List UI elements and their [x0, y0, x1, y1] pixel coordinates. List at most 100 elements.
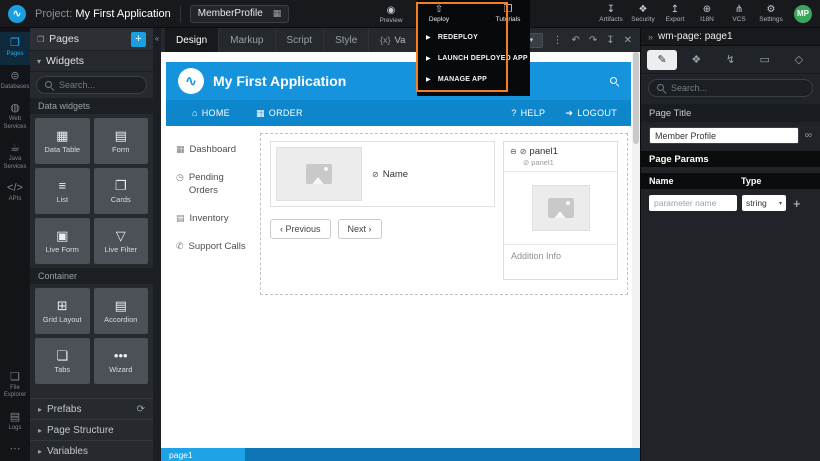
properties-search-input[interactable] — [671, 83, 805, 93]
redo-icon[interactable]: ↷ — [589, 35, 597, 46]
left-splitter[interactable]: « — [153, 28, 161, 461]
user-avatar[interactable]: MP — [794, 5, 812, 23]
security-button[interactable]: ❖ Security — [630, 4, 656, 23]
rail-more[interactable]: ⋯ — [0, 438, 30, 461]
widget-data-table[interactable]: ▦ Data Table — [35, 118, 90, 164]
data-table-label: Data Table — [44, 145, 80, 154]
sidebar-item-inventory[interactable]: ▤ Inventory — [172, 205, 250, 233]
page-structure-section[interactable]: ▸ Page Structure — [30, 419, 153, 440]
rail-web-services[interactable]: ◍ Web Services — [0, 97, 30, 137]
widget-search-input[interactable] — [59, 80, 139, 90]
add-page-button[interactable]: + — [131, 32, 146, 47]
canvas-scrollbar[interactable] — [632, 52, 640, 448]
widget-live-filter[interactable]: ▽ Live Filter — [94, 218, 149, 264]
variables-section[interactable]: ▸ Variables — [30, 440, 153, 461]
rail-logs[interactable]: ▤ Logs — [0, 406, 30, 439]
file-explorer-icon: ❏ — [10, 372, 20, 383]
rail-databases[interactable]: ⊜ Databases — [0, 65, 30, 98]
member-card[interactable]: ⊘ Name — [270, 141, 495, 207]
refresh-icon[interactable]: ⟳ — [137, 404, 145, 415]
save-icon[interactable]: ↧ — [606, 35, 614, 46]
i18n-button[interactable]: ⊕ I18N — [694, 4, 720, 23]
preview-button[interactable]: ◉ Preview — [378, 5, 404, 24]
name-widget[interactable]: ⊘ Name — [372, 169, 408, 180]
tab-script[interactable]: Script — [276, 28, 325, 52]
selected-layout[interactable]: ⊘ Name ‹ Previous Next › — [260, 133, 628, 295]
tab-design[interactable]: Design — [165, 28, 219, 52]
page-tab[interactable]: page1 — [161, 448, 245, 461]
panel1-widget[interactable]: ⊖ ⊘ panel1 ⊘ panel1 — [503, 141, 618, 280]
page-title-input[interactable] — [649, 127, 799, 144]
project-name: My First Application — [75, 8, 170, 20]
param-type-select[interactable]: string ▾ — [742, 195, 786, 211]
vcs-button[interactable]: ⋔ VCS — [726, 4, 752, 23]
widget-accordion[interactable]: ▤ Accordion — [94, 288, 149, 334]
widget-form[interactable]: ▤ Form — [94, 118, 149, 164]
nav-order[interactable]: ▦ ORDER — [256, 108, 303, 119]
widgets-section-header[interactable]: ▾ Widgets — [30, 51, 153, 72]
delete-icon[interactable]: ✕ — [624, 35, 632, 46]
widget-list[interactable]: ≡ List — [35, 168, 90, 214]
rail-pages[interactable]: ❐ Pages — [0, 32, 30, 65]
chevron-right-icon: ▸ — [38, 405, 42, 414]
add-param-button[interactable]: + — [793, 196, 801, 211]
params-table-header: Name Type — [641, 173, 820, 189]
page-selector[interactable]: MemberProfile ▦ — [190, 5, 290, 23]
param-name-input[interactable] — [649, 195, 737, 211]
picture-placeholder[interactable] — [276, 147, 362, 201]
rail-java-services[interactable]: ☕ Java Services — [0, 137, 30, 177]
widget-tabs[interactable]: ❏ Tabs — [35, 338, 90, 384]
tab-events[interactable]: ↯ — [715, 50, 745, 70]
tab-style[interactable]: Style — [324, 28, 369, 52]
previous-button[interactable]: ‹ Previous — [270, 219, 331, 239]
widget-cards[interactable]: ❐ Cards — [94, 168, 149, 214]
widget-grid-layout[interactable]: ⊞ Grid Layout — [35, 288, 90, 334]
tab-device[interactable]: ▭ — [750, 50, 780, 70]
export-button[interactable]: ↥ Export — [662, 4, 688, 23]
nav-home-label: HOME — [202, 108, 230, 118]
next-button[interactable]: Next › — [338, 219, 382, 239]
undo-icon[interactable]: ↶ — [571, 35, 579, 46]
nav-help[interactable]: ? HELP — [511, 108, 545, 119]
bind-icon[interactable]: ∞ — [805, 130, 812, 141]
deploy-button[interactable]: ⇧ Deploy — [426, 4, 452, 23]
design-canvas[interactable]: ∿ My First Application ⌂ HOME ▦ ORDER — [161, 52, 640, 448]
widget-live-form[interactable]: ▣ Live Form — [35, 218, 90, 264]
app-search-icon[interactable] — [609, 76, 619, 86]
artifacts-button[interactable]: ↧ Artifacts — [598, 4, 624, 23]
sidebar-item-pending-orders[interactable]: ◷ Pending Orders — [172, 164, 250, 205]
menu-launch-deployed-app[interactable]: ▶ LAUNCH DEPLOYED APP — [417, 48, 530, 69]
app-header[interactable]: ∿ My First Application — [166, 62, 631, 100]
wavemaker-logo-icon[interactable]: ∿ — [8, 5, 26, 23]
scrollbar-thumb[interactable] — [633, 52, 639, 144]
tab-security[interactable]: ◇ — [784, 50, 814, 70]
tab-properties[interactable]: ✎ — [647, 50, 677, 70]
prefabs-section[interactable]: ▸ Prefabs ⟳ — [30, 398, 153, 419]
rail-file-explorer[interactable]: ❏ File Explorer — [0, 366, 30, 406]
tab-styles[interactable]: ❖ — [681, 50, 711, 70]
collapse-panel-icon[interactable]: ⊖ — [510, 147, 517, 156]
collapse-left-icon[interactable]: « — [153, 28, 161, 50]
pages-grid-icon[interactable]: ▦ — [273, 8, 282, 19]
menu-manage-app[interactable]: ▶ MANAGE APP — [417, 69, 530, 90]
pages-section-header[interactable]: ❐ Pages + — [30, 28, 153, 51]
panel-image-placeholder[interactable] — [532, 185, 590, 231]
collapse-right-icon[interactable]: » — [648, 32, 653, 42]
variables-button[interactable]: {x} Va — [380, 35, 405, 46]
rail-apis[interactable]: </> APIs — [0, 177, 30, 210]
tutorials-button[interactable]: ❒ Tutorials — [495, 4, 521, 23]
widget-wizard[interactable]: ••• Wizard — [94, 338, 149, 384]
sidebar-item-dashboard[interactable]: ▦ Dashboard — [172, 136, 250, 164]
menu-redeploy[interactable]: ▶ REDEPLOY — [417, 27, 530, 48]
tab-markup[interactable]: Markup — [219, 28, 275, 52]
settings-button[interactable]: ⚙ Settings — [758, 4, 784, 23]
nav-logout[interactable]: ➜ LOGOUT — [565, 108, 617, 119]
more-icon: ⋯ — [10, 444, 21, 455]
live-form-label: Live Form — [46, 245, 79, 254]
sidebar-item-support-calls[interactable]: ✆ Support Calls — [172, 233, 250, 261]
page-params-header: Page Params — [641, 151, 820, 167]
nav-home[interactable]: ⌂ HOME — [192, 108, 230, 118]
properties-search-box[interactable] — [648, 79, 813, 97]
more-options-icon[interactable]: ⋮ — [552, 35, 562, 46]
widget-search-box[interactable] — [36, 76, 147, 94]
